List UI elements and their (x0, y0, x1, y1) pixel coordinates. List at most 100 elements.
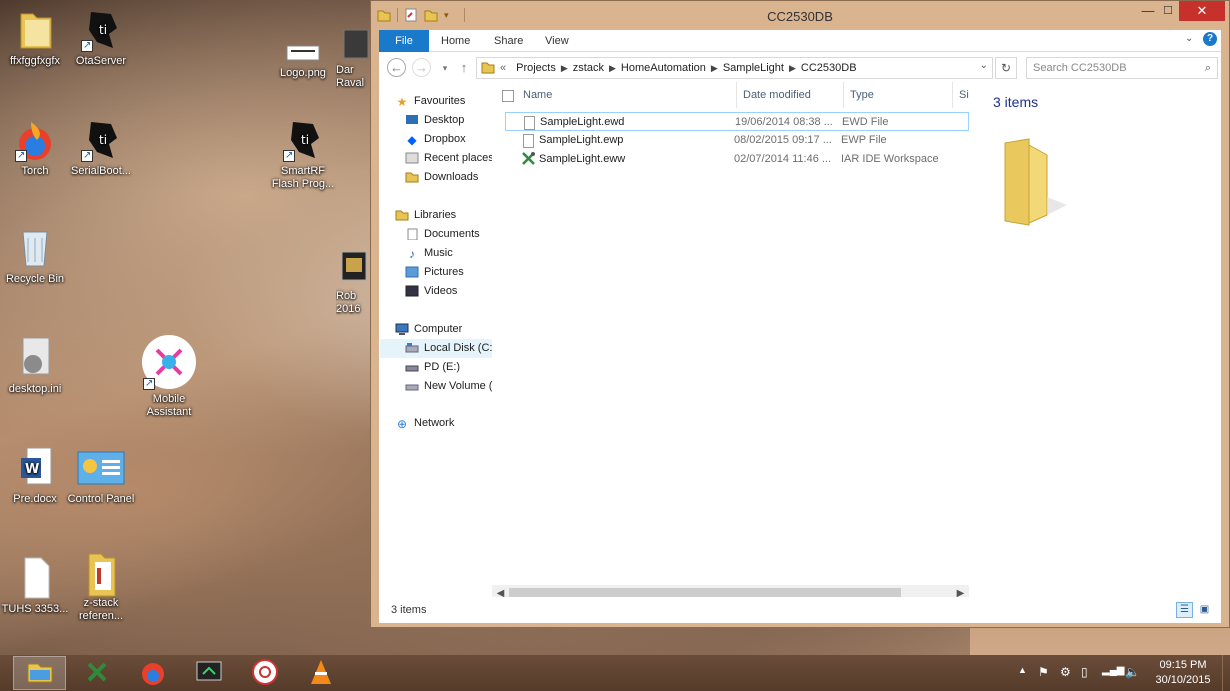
nav-network[interactable]: ⊕ Network (395, 414, 454, 433)
taskbar-vlc[interactable] (294, 656, 347, 690)
back-button[interactable]: ← (387, 58, 407, 78)
nav-favourites[interactable]: ★ Favourites (395, 92, 466, 111)
file-date: 08/02/2015 09:17 ... (734, 134, 832, 146)
folder-icon (999, 137, 1067, 226)
column-header-date[interactable]: Date modified (743, 89, 811, 105)
content-area: ★ Favourites Desktop ◆ Dropbox Recent plac… (379, 82, 1221, 602)
column-divider[interactable] (843, 82, 844, 108)
breadcrumb-cc2530db[interactable]: CC2530DB (801, 62, 857, 74)
details-view-icon[interactable]: ☰ (1176, 602, 1193, 618)
tab-file[interactable]: File (379, 30, 429, 52)
breadcrumb-separator-icon[interactable]: ▶ (789, 63, 796, 74)
search-input[interactable]: Search CC2530DB ⌕ (1026, 57, 1218, 79)
nav-local-disk[interactable]: Local Disk (C:) (380, 339, 492, 358)
desktop-icon-torch[interactable]: Torch (0, 118, 70, 178)
taskbar-screen-app[interactable] (182, 656, 235, 690)
back-arrow-icon: ← (387, 58, 406, 77)
documents-icon (405, 228, 419, 242)
breadcrumb-samplelight[interactable]: SampleLight (723, 62, 784, 74)
column-divider[interactable] (736, 82, 737, 108)
select-all-checkbox[interactable] (502, 90, 514, 102)
shortcut-arrow-icon (81, 149, 93, 162)
help-icon[interactable]: ? (1203, 32, 1217, 46)
desktop-icon-pre-docx[interactable]: W Pre.docx (0, 446, 70, 506)
videos-icon (405, 285, 419, 299)
file-row[interactable]: SampleLight.ewd 19/06/2014 08:38 ... EWD… (505, 112, 969, 131)
breadcrumb-projects[interactable]: Projects (516, 62, 556, 74)
desktop-icon-recycle-bin[interactable]: Recycle Bin (0, 226, 70, 286)
breadcrumb-separator-icon[interactable]: ▶ (609, 63, 616, 74)
nav-label: PD (E:) (424, 361, 461, 373)
column-header-type[interactable]: Type (850, 89, 874, 105)
up-button[interactable]: ↑ (454, 58, 474, 78)
show-desktop-button[interactable] (1222, 655, 1230, 691)
tab-home[interactable]: Home (429, 30, 482, 52)
chevron-down-icon[interactable]: ⌄ (980, 60, 988, 71)
status-item-count: 3 items (391, 604, 427, 616)
nav-label: Desktop (424, 114, 465, 126)
app-tray-icon[interactable]: ⚙ (1060, 665, 1071, 679)
breadcrumb-zstack[interactable]: zstack (573, 62, 604, 74)
desktop-icon-tuhs[interactable]: TUHS 3353... (0, 556, 70, 616)
taskbar-clock[interactable]: 09:15 PM 30/10/2015 (1148, 658, 1218, 688)
show-hidden-icons-icon[interactable]: ▲ (1018, 665, 1027, 675)
recent-locations-button[interactable]: ▾ (435, 58, 455, 78)
taskbar-file-explorer[interactable] (13, 656, 66, 690)
nav-new-volume[interactable]: New Volume ( (405, 377, 492, 396)
nav-dropbox[interactable]: ◆ Dropbox (405, 130, 465, 149)
column-divider[interactable] (952, 82, 953, 108)
video-file-icon (336, 246, 370, 290)
desktop-icon-label: Rob 2016 (336, 290, 361, 315)
nav-desktop[interactable]: Desktop (405, 111, 464, 130)
breadcrumb-separator-icon[interactable]: ▶ (711, 63, 718, 74)
column-header-size[interactable]: Siz (959, 89, 969, 105)
taskbar-torch[interactable] (126, 656, 179, 690)
nav-computer[interactable]: Computer (395, 320, 462, 339)
tab-share[interactable]: Share (482, 30, 535, 52)
nav-music[interactable]: ♪ Music (405, 244, 453, 263)
desktop-icon-label: TUHS 3353... (1, 603, 69, 615)
desktop-icon-smartrf[interactable]: ti SmartRF Flash Prog... (268, 118, 338, 191)
nav-recent-places[interactable]: Recent places (405, 149, 492, 168)
battery-icon[interactable]: ▯ (1081, 665, 1088, 679)
close-button[interactable]: ✕ (1179, 1, 1225, 21)
shortcut-arrow-icon (15, 149, 27, 162)
signal-icon[interactable]: ▂▄▆ (1102, 665, 1124, 676)
taskbar-red-app[interactable] (238, 656, 291, 690)
breadcrumb-homeautomation[interactable]: HomeAutomation (621, 62, 706, 74)
svg-text:ti: ti (99, 133, 107, 147)
desktop-icon-zstack-reference[interactable]: z-stack referen... (66, 550, 136, 623)
desktop-icon-control-panel[interactable]: Control Panel (66, 446, 136, 506)
desktop-icon-desktop-ini[interactable]: desktop.ini (0, 336, 70, 396)
desktop-icon-serialboot[interactable]: ti SerialBoot... (66, 118, 136, 178)
address-bar[interactable]: « Projects ▶ zstack ▶ HomeAutomation ▶ S… (476, 57, 993, 79)
breadcrumb-overflow[interactable]: « (500, 62, 506, 74)
file-row[interactable]: SampleLight.ewp 08/02/2015 09:17 ... EWP… (505, 131, 969, 150)
desktop-icon-otaserver[interactable]: ti OtaServer (66, 8, 136, 68)
file-name: SampleLight.ewp (539, 134, 624, 146)
desktop-icon-mobile-assistant[interactable]: Mobile Assistant (134, 334, 204, 419)
breadcrumb-separator-icon[interactable]: ▶ (561, 63, 568, 74)
nav-pictures[interactable]: Pictures (405, 263, 464, 282)
action-center-flag-icon[interactable]: ⚑ (1038, 665, 1049, 679)
taskbar-app-green[interactable] (70, 656, 123, 690)
title-bar[interactable]: ▾ CC2530DB — ☐ ✕ (371, 1, 1229, 30)
nav-documents[interactable]: Documents (405, 225, 480, 244)
drive-icon (405, 342, 419, 356)
desktop-icon-rob[interactable]: Rob 2016 (336, 246, 370, 316)
tab-view[interactable]: View (533, 30, 581, 52)
large-icons-view-icon[interactable]: ▣ (1196, 602, 1213, 618)
file-row[interactable]: SampleLight.eww 02/07/2014 11:46 ... IAR… (505, 150, 969, 169)
nav-pd-drive[interactable]: PD (E:) (405, 358, 460, 377)
chevron-down-icon[interactable]: ⌄ (1185, 33, 1193, 44)
nav-libraries[interactable]: Libraries (395, 206, 456, 225)
desktop-icon-logo-png[interactable]: Logo.png (268, 20, 338, 80)
volume-icon[interactable]: 🔈 (1125, 665, 1140, 679)
refresh-button[interactable]: ↻ (995, 57, 1017, 79)
nav-videos[interactable]: Videos (405, 282, 457, 301)
nav-downloads[interactable]: Downloads (405, 168, 478, 187)
desktop-icon-folder[interactable]: ffxfggfxgfx (0, 8, 70, 68)
desktop-icon-dar-raval[interactable]: Dar Raval (336, 20, 370, 90)
forward-button[interactable]: → (412, 58, 432, 78)
column-header-name[interactable]: Name (523, 89, 552, 105)
